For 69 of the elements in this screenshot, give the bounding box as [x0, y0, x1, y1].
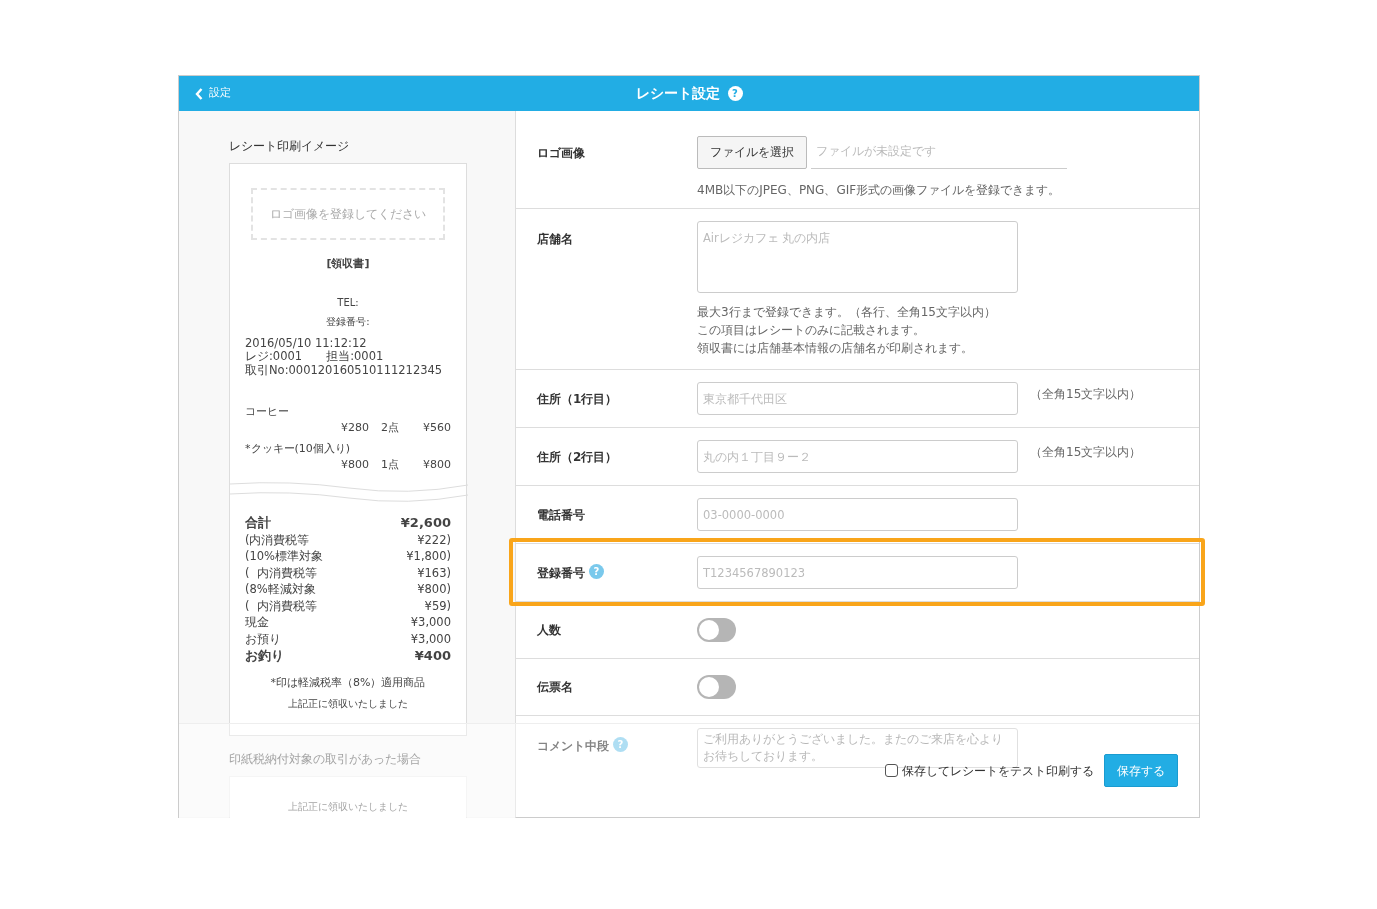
- total-label: 合計: [245, 513, 271, 532]
- field-label: コメント中段: [537, 738, 609, 755]
- text-field[interactable]: 03-0000-0000: [697, 498, 1018, 531]
- preview-title: レシート印刷イメージ: [229, 138, 350, 155]
- receipt-meta-line: 取引No:000120160510111212345: [245, 364, 444, 378]
- receipt-heading: [領収書]: [325, 256, 371, 272]
- total-value: ¥400: [414, 647, 451, 666]
- back-link[interactable]: 設定: [195, 76, 231, 111]
- field-note: （全角15文字以内）: [1030, 444, 1142, 461]
- toggle-switch[interactable]: [697, 618, 736, 642]
- total-label: (内消費税等: [245, 531, 310, 549]
- receipt-footer-text: 上記正に領収いたしました: [287, 799, 409, 814]
- total-value: ¥59): [424, 597, 451, 615]
- total-value: ¥3,000: [410, 630, 451, 648]
- total-value: ¥1,800): [406, 548, 451, 565]
- total-label: (8%軽減対象: [245, 581, 316, 598]
- logo-drop-area[interactable]: ロゴ画像を登録してください: [251, 188, 445, 240]
- text-field[interactable]: 東京都千代田区: [697, 382, 1018, 415]
- item-price: ¥280: [341, 420, 369, 437]
- receipt-meta-line: レジ:0001 担当:0001: [245, 350, 385, 364]
- store-name-field[interactable]: Airレジカフェ 丸の内店: [697, 221, 1018, 293]
- text-field[interactable]: 丸の内１丁目９ー２: [697, 440, 1018, 473]
- field-label: 伝票名: [537, 679, 573, 696]
- stamp-section-title: 印紙税納付対象の取引があった場合: [229, 750, 422, 768]
- hint-text: 領収書には店舗基本情報の店舗名が印刷されます。: [697, 340, 974, 357]
- field-label: 住所（2行目）: [537, 449, 618, 466]
- hint-text: この項目はレシートのみに記載されます。: [697, 322, 926, 339]
- total-label: (10%標準対象: [245, 548, 324, 565]
- total-label: ( 内消費税等: [245, 597, 317, 615]
- total-label: お預り: [245, 630, 281, 648]
- field-note: （全角15文字以内）: [1030, 386, 1142, 403]
- file-status-text: ファイルが未設定です: [811, 135, 1067, 170]
- item-amount: ¥560: [423, 420, 451, 437]
- total-value: ¥222): [417, 531, 451, 549]
- page-title: レシート設定: [635, 84, 720, 103]
- total-label: 現金: [245, 614, 269, 631]
- item-quantity: 2点: [381, 420, 399, 437]
- text-field[interactable]: T1234567890123: [697, 556, 1018, 589]
- item-price: ¥800: [341, 457, 369, 474]
- receipt-footer-text: 上記正に領収いたしました: [287, 696, 409, 711]
- receipt-tel: TEL:: [336, 295, 360, 310]
- help-icon[interactable]: ?: [727, 86, 743, 101]
- field-label: 登録番号: [537, 565, 585, 582]
- total-value: ¥800): [417, 581, 451, 598]
- item-amount: ¥800: [423, 457, 451, 474]
- field-label: 店舗名: [537, 231, 573, 248]
- receipt-meta-line: 2016/05/10 11:12:12: [245, 336, 368, 350]
- hint-text: 4MB以下のJPEG、PNG、GIF形式の画像ファイルを登録できます。: [697, 182, 1062, 200]
- back-chevron-icon: [195, 87, 203, 100]
- total-value: ¥2,600: [400, 513, 451, 532]
- total-label: お釣り: [245, 647, 284, 666]
- help-icon[interactable]: ?: [613, 737, 628, 752]
- choose-file-button[interactable]: ファイルを選択: [697, 136, 807, 170]
- field-label: 人数: [537, 622, 561, 639]
- item-name: コーヒー: [245, 403, 290, 420]
- tax-note: *印は軽減税率（8%）適用商品: [269, 675, 427, 692]
- item-quantity: 1点: [381, 457, 399, 474]
- toggle-switch[interactable]: [697, 675, 736, 699]
- field-label: 電話番号: [537, 507, 585, 524]
- field-label: 住所（1行目）: [537, 391, 618, 408]
- field-label: ロゴ画像: [537, 145, 585, 162]
- total-value: ¥3,000: [410, 614, 451, 631]
- receipt-registration-number: 登録番号:: [325, 314, 371, 329]
- total-label: ( 内消費税等: [245, 564, 317, 582]
- item-name: *クッキー(10個入り): [245, 440, 352, 457]
- total-value: ¥163): [417, 564, 451, 582]
- help-icon[interactable]: ?: [589, 564, 604, 579]
- save-button[interactable]: 保存する: [1104, 754, 1178, 787]
- hint-text: 最大3行まで登録できます。（各行、全角15文字以内）: [697, 304, 997, 321]
